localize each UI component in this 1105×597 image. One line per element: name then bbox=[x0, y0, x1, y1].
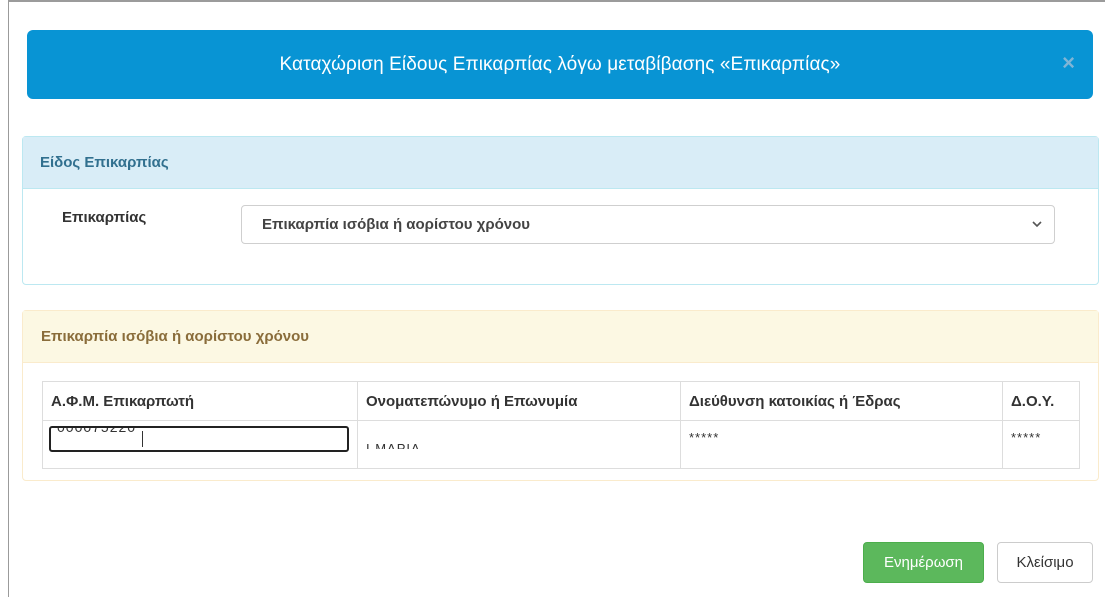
doy-cell: ***** bbox=[1002, 420, 1080, 469]
usufruct-field-label: Επικαρπίας bbox=[62, 209, 147, 226]
name-value: Ι ΜΑΡΙΑ bbox=[366, 441, 421, 449]
usufruct-type-heading: Είδος Επικαρπίας bbox=[23, 137, 1098, 189]
update-button[interactable]: Ενημέρωση bbox=[863, 542, 984, 583]
usufruct-type-selected-value: Επικαρπία ισόβια ή αορίστου χρόνου bbox=[262, 216, 531, 233]
usufruct-type-select[interactable]: Επικαρπία ισόβια ή αορίστου χρόνου bbox=[241, 205, 1055, 244]
text-cursor bbox=[142, 431, 143, 447]
column-header-name: Ονοματεπώνυμο ή Επωνυμία bbox=[357, 381, 681, 421]
close-button[interactable]: Κλείσιμο bbox=[997, 542, 1093, 583]
table-row: 000075220 Ι ΜΑΡΙΑ ***** ***** bbox=[42, 420, 1080, 469]
window-frame-left bbox=[8, 0, 9, 597]
usufruct-details-panel: Επικαρπία ισόβια ή αορίστου χρόνου Α.Φ.Μ… bbox=[22, 310, 1099, 481]
usufruct-details-heading: Επικαρπία ισόβια ή αορίστου χρόνου bbox=[23, 311, 1098, 363]
window-frame-top bbox=[8, 0, 1105, 2]
column-header-doy: Δ.Ο.Υ. bbox=[1002, 381, 1080, 421]
close-icon[interactable]: × bbox=[1062, 52, 1075, 74]
chevron-down-icon bbox=[1032, 221, 1042, 228]
column-header-afm: Α.Φ.Μ. Επικαρπωτή bbox=[42, 381, 358, 421]
afm-cell: 000075220 bbox=[42, 420, 358, 469]
usufruct-type-panel: Είδος Επικαρπίας Επικαρπίας Επικαρπία ισ… bbox=[22, 136, 1099, 285]
usufructuary-table: Α.Φ.Μ. Επικαρπωτή Ονοματεπώνυμο ή Επωνυμ… bbox=[42, 381, 1080, 469]
modal-title: Καταχώριση Είδους Επικαρπίας λόγω μεταβί… bbox=[279, 53, 841, 75]
name-cell: Ι ΜΑΡΙΑ bbox=[357, 420, 681, 469]
afm-input[interactable]: 000075220 bbox=[49, 426, 349, 452]
address-cell: ***** bbox=[680, 420, 1003, 469]
modal-header: Καταχώριση Είδους Επικαρπίας λόγω μεταβί… bbox=[27, 30, 1093, 99]
afm-value: 000075220 bbox=[57, 426, 137, 435]
column-header-address: Διεύθυνση κατοικίας ή Έδρας bbox=[680, 381, 1003, 421]
table-header-row: Α.Φ.Μ. Επικαρπωτή Ονοματεπώνυμο ή Επωνυμ… bbox=[42, 381, 1080, 421]
